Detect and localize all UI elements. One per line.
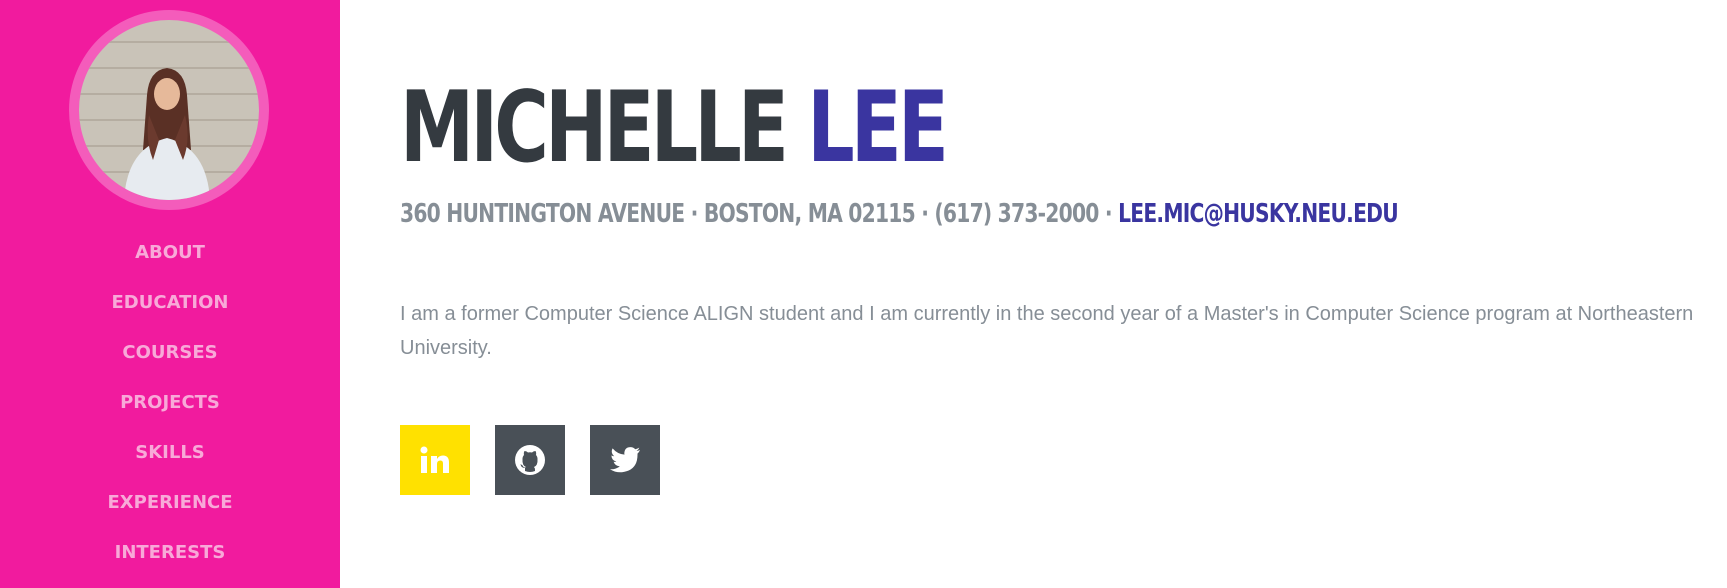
- twitter-button[interactable]: [590, 425, 660, 495]
- sidebar-item-interests[interactable]: Interests: [0, 528, 340, 578]
- sidebar-item-courses[interactable]: Courses: [0, 328, 340, 378]
- contact-info: 360 Huntington Avenue · Boston, MA 02115…: [400, 197, 1399, 231]
- page-title: MICHELLE LEE: [400, 68, 949, 188]
- github-button[interactable]: [495, 425, 565, 495]
- last-name: LEE: [807, 71, 949, 185]
- email-link[interactable]: lee.mic@husky.neu.edu: [1118, 199, 1399, 229]
- sidebar-item-experience[interactable]: Experience: [0, 478, 340, 528]
- avatar: [69, 10, 269, 210]
- github-icon: [515, 445, 545, 475]
- sidebar-item-about[interactable]: About: [0, 228, 340, 278]
- bio-text: I am a former Computer Science ALIGN stu…: [400, 303, 1694, 359]
- profile-photo: [79, 20, 259, 200]
- about-section: MICHELLE LEE 360 Huntington Avenue · Bos…: [400, 0, 1727, 588]
- linkedin-icon: [420, 446, 449, 473]
- sidebar-item-projects[interactable]: Projects: [0, 378, 340, 428]
- address-text: 360 Huntington Avenue · Boston, MA 02115…: [400, 199, 1119, 229]
- twitter-icon: [610, 447, 640, 473]
- first-name: MICHELLE: [400, 71, 789, 185]
- sidebar-item-education[interactable]: Education: [0, 278, 340, 328]
- sidebar-nav: About Education Courses Projects Skills …: [0, 228, 340, 578]
- linkedin-button[interactable]: [400, 425, 470, 495]
- sidebar: About Education Courses Projects Skills …: [0, 0, 340, 588]
- social-links: [400, 425, 660, 495]
- sidebar-item-skills[interactable]: Skills: [0, 428, 340, 478]
